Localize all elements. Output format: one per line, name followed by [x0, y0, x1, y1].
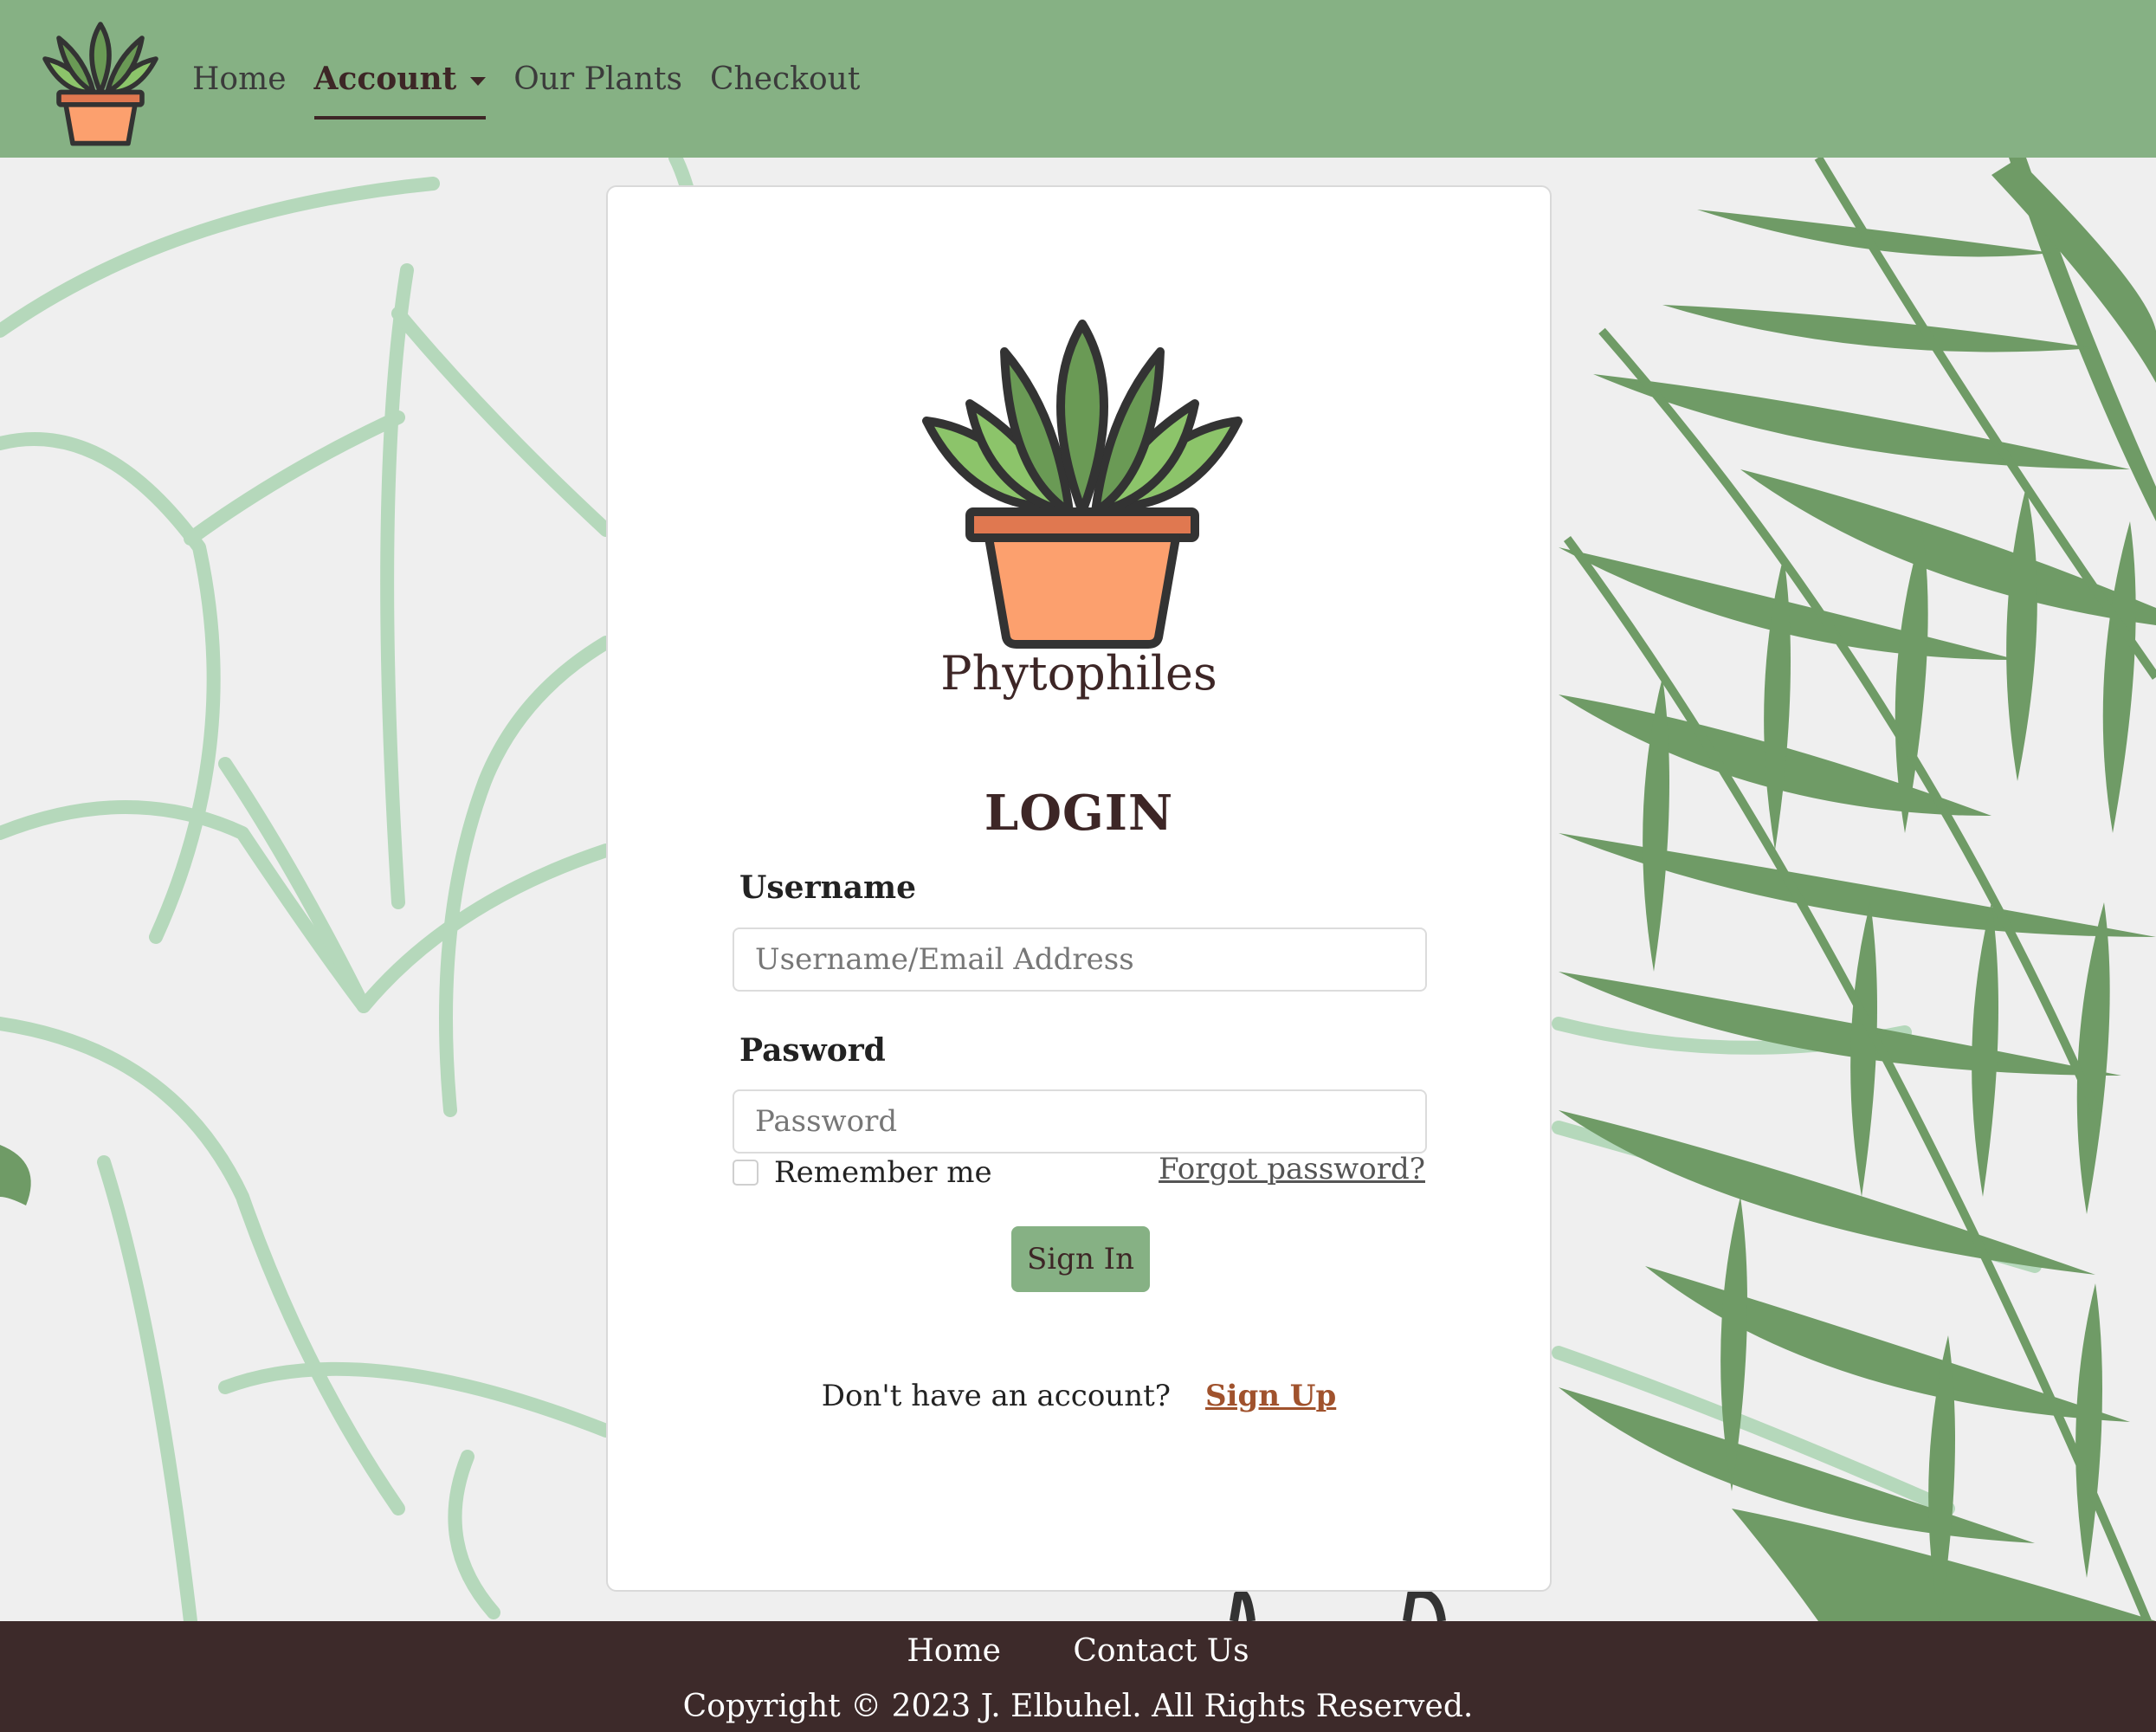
footer: Home Contact Us Copyright © 2023 J. Elbu… — [0, 1621, 2156, 1732]
nav-our-plants-link[interactable]: Our Plants — [513, 53, 682, 106]
copyright-text: Copyright © 2023 J. Elbuhel. All Rights … — [682, 1689, 1474, 1724]
remember-me-label[interactable]: Remember me — [774, 1155, 992, 1190]
username-input[interactable] — [733, 927, 1427, 992]
footer-links: Home Contact Us — [0, 1633, 2156, 1669]
sign-in-button[interactable]: Sign In — [1011, 1226, 1150, 1292]
footer-home-link[interactable]: Home — [907, 1633, 1001, 1669]
login-heading: LOGIN — [984, 785, 1174, 842]
plant-logo-icon[interactable] — [31, 10, 170, 149]
footer-contact-link[interactable]: Contact Us — [1073, 1633, 1249, 1669]
plant-pot-logo-icon — [922, 320, 1243, 649]
no-account-text: Don't have an account? — [821, 1379, 1171, 1413]
nav-checkout-link[interactable]: Checkout — [710, 53, 860, 106]
nav-account-dropdown[interactable]: Account — [313, 52, 487, 120]
signup-row: Don't have an account? Sign Up — [608, 1379, 1550, 1413]
remember-me-checkbox[interactable] — [733, 1160, 758, 1186]
login-card: Phytophiles LOGIN Username Pasword Remem… — [606, 185, 1552, 1592]
sign-up-link[interactable]: Sign Up — [1205, 1379, 1336, 1413]
nav-home-link[interactable]: Home — [192, 53, 287, 106]
remember-me-row: Remember me — [733, 1155, 992, 1190]
main-nav: Home Account Our Plants Checkout — [192, 0, 888, 158]
caret-down-icon — [470, 77, 487, 86]
navbar: Home Account Our Plants Checkout — [0, 0, 2156, 158]
nav-account-label: Account — [313, 61, 457, 97]
forgot-password-link[interactable]: Forgot password? — [1159, 1152, 1425, 1186]
password-label: Pasword — [739, 1032, 886, 1069]
password-input[interactable] — [733, 1089, 1427, 1154]
brand-name: Phytophiles — [940, 646, 1217, 701]
username-label: Username — [739, 869, 917, 906]
